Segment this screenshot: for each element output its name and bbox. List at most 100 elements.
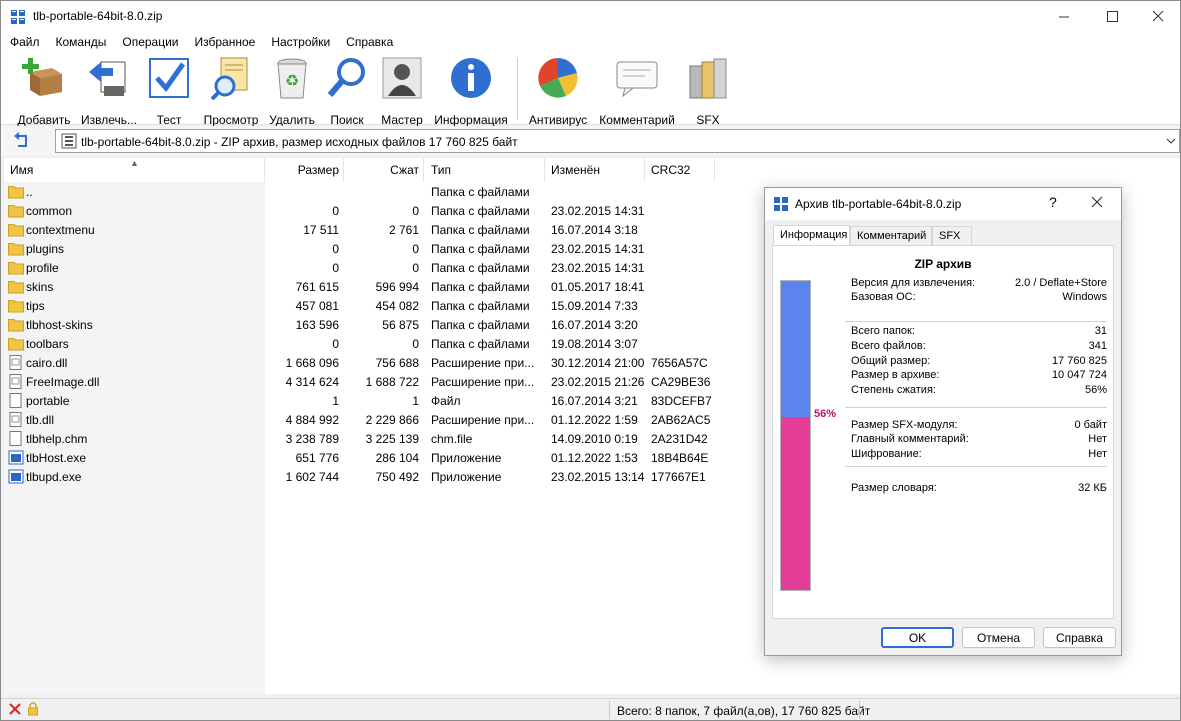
wizard-button[interactable]: Мастер <box>379 56 425 127</box>
column-header-crc32[interactable]: CRC32 <box>645 158 715 182</box>
table-row[interactable]: tlbupd.exe 1 602 744 750 492 Приложение 23.0… <box>4 467 764 486</box>
ok-button[interactable]: OK <box>881 627 954 648</box>
table-row[interactable]: tips 457 081 454 082 Папка с файлами 15.09.2… <box>4 296 764 315</box>
table-row[interactable]: profile 0 0 Папка с файлами 23.02.2015 14:31 <box>4 258 764 277</box>
cell-packed: 2 761 <box>388 223 419 237</box>
extract-label: Извлечь... <box>80 113 137 127</box>
chevron-down-icon[interactable] <box>1166 137 1176 145</box>
extract-button[interactable]: Извлечь... <box>78 56 140 127</box>
up-folder-icon[interactable] <box>13 132 31 150</box>
menu-operations[interactable]: Операции <box>113 32 185 52</box>
add-label: Добавить <box>17 113 71 127</box>
menu-favorites[interactable]: Избранное <box>186 32 263 52</box>
table-row[interactable]: .. Папка с файлами <box>4 182 764 201</box>
column-header-size[interactable]: Размер <box>265 158 344 182</box>
folder-icon <box>8 222 24 237</box>
cell-name: tlbhelp.chm <box>26 432 88 446</box>
dialog-title-bar: Архив tlb-portable-64bit-8.0.zip ? <box>765 188 1121 220</box>
info-button[interactable]: Информация <box>433 56 509 127</box>
menu-commands[interactable]: Команды <box>47 32 114 52</box>
archive-info-dialog: Архив tlb-portable-64bit-8.0.zip ? Инфор… <box>764 187 1122 656</box>
tab-comment[interactable]: Комментарий <box>850 226 932 246</box>
comment-button[interactable]: Комментарий <box>597 56 677 127</box>
cell-name: common <box>26 204 73 218</box>
delete-button[interactable]: ♻ Удалить <box>266 56 318 127</box>
help-button[interactable]: Справка <box>1043 627 1116 648</box>
info-row: Размер словаря: 32 КБ <box>851 482 1107 496</box>
info-value: Windows <box>1062 291 1107 303</box>
sfx-button[interactable]: SFX <box>685 56 731 127</box>
cell-modified: 30.12.2014 21:00 <box>551 356 645 370</box>
info-value: 341 <box>1088 340 1107 352</box>
file-icon <box>8 431 24 446</box>
column-header-type[interactable]: Тип <box>424 158 545 182</box>
cell-packed: 454 082 <box>375 299 419 313</box>
table-row[interactable]: skins 761 615 596 994 Папка с файлами 01.05.… <box>4 277 764 296</box>
error-x-icon[interactable] <box>8 702 22 716</box>
add-button[interactable]: Добавить <box>13 56 75 127</box>
cell-size: 3 238 789 <box>285 432 339 446</box>
table-row[interactable]: contextmenu 17 511 2 761 Папка с файлами 16.… <box>4 220 764 239</box>
column-header-packed[interactable]: Сжат <box>344 158 424 182</box>
comment-label: Комментарий <box>599 113 675 127</box>
cell-modified: 23.02.2015 13:14 <box>551 470 645 484</box>
view-button[interactable]: Просмотр <box>200 56 262 127</box>
table-row[interactable]: cairo.dll 1 668 096 756 688 Расширение при.… <box>4 353 764 372</box>
window-title: tlb-portable-64bit-8.0.zip <box>33 9 163 23</box>
cell-size: 4 314 624 <box>285 375 339 389</box>
menu-file[interactable]: Файл <box>1 32 47 52</box>
cell-crc32: 18B4B64E <box>651 451 709 465</box>
dialog-close-icon[interactable] <box>1091 196 1103 208</box>
table-row[interactable]: portable 1 1 Файл 16.07.2014 3:21 83DCEFB7 <box>4 391 764 410</box>
cell-name: cairo.dll <box>26 356 68 370</box>
menu-settings[interactable]: Настройки <box>262 32 337 52</box>
menu-help[interactable]: Справка <box>337 32 400 52</box>
maximize-button[interactable] <box>1089 1 1135 32</box>
cell-type: Расширение при... <box>431 356 535 370</box>
table-row[interactable]: common 0 0 Папка с файлами 23.02.2015 14:31 <box>4 201 764 220</box>
archive-type-heading: ZIP архив <box>914 257 972 271</box>
status-bar: Всего: 8 папок, 7 файл(а,ов), 17 760 825… <box>1 698 1180 720</box>
cancel-button[interactable]: Отмена <box>962 627 1035 648</box>
tab-sfx[interactable]: SFX <box>932 226 972 246</box>
info-value: Нет <box>1088 448 1107 460</box>
cell-type: Расширение при... <box>431 413 535 427</box>
table-row[interactable]: tlbhelp.chm 3 238 789 3 225 139 chm.file 14.… <box>4 429 764 448</box>
cell-name: tips <box>26 299 45 313</box>
table-row[interactable]: toolbars 0 0 Папка с файлами 19.08.2014 3:07 <box>4 334 764 353</box>
tab-information[interactable]: Информация <box>773 225 850 247</box>
table-row[interactable]: tlbhost-skins 163 596 56 875 Папка с файлам… <box>4 315 764 334</box>
cell-type: Папка с файлами <box>431 223 530 237</box>
column-header-modified[interactable]: Изменён <box>545 158 645 182</box>
cell-size: 761 615 <box>295 280 339 294</box>
table-row[interactable]: tlbHost.exe 651 776 286 104 Приложение 01.12… <box>4 448 764 467</box>
test-button[interactable]: Тест <box>145 56 193 127</box>
address-combobox[interactable]: tlb-portable-64bit-8.0.zip - ZIP архив, … <box>55 129 1180 153</box>
info-row: Шифрование: Нет <box>851 448 1107 462</box>
info-value: 2.0 / Deflate+Store <box>1014 277 1107 289</box>
table-row[interactable]: plugins 0 0 Папка с файлами 23.02.2015 14:31 <box>4 239 764 258</box>
sort-arrow-icon: ▲ <box>130 158 139 168</box>
minimize-button[interactable] <box>1041 1 1087 32</box>
folder-icon <box>8 317 24 332</box>
dialog-help-button[interactable]: ? <box>1049 194 1057 210</box>
table-row[interactable]: tlb.dll 4 884 992 2 229 866 Расширение при.… <box>4 410 764 429</box>
ratio-bar-remaining <box>781 281 810 417</box>
delete-label: Удалить <box>269 113 315 127</box>
books-icon <box>689 58 727 99</box>
cell-modified: 14.09.2010 0:19 <box>551 432 638 446</box>
find-button[interactable]: Поиск <box>325 56 369 127</box>
info-row: Версия для извлечения: 2.0 / Deflate+Stor… <box>851 277 1107 291</box>
close-icon <box>1152 11 1163 22</box>
cell-type: Папка с файлами <box>431 204 530 218</box>
cell-modified: 23.02.2015 14:31 <box>551 204 645 218</box>
table-row[interactable]: FreeImage.dll 4 314 624 1 688 722 Расширени… <box>4 372 764 391</box>
lock-icon[interactable] <box>26 702 40 716</box>
info-key: Размер в архиве: <box>851 369 940 381</box>
antivirus-button[interactable]: Антивирус <box>527 56 589 127</box>
info-value: 32 КБ <box>1078 482 1107 494</box>
close-button[interactable] <box>1135 1 1181 32</box>
cell-modified: 16.07.2014 3:18 <box>551 223 638 237</box>
column-header-name[interactable]: Имя ▲ <box>4 158 265 182</box>
ratio-percent-label: 56% <box>814 408 837 420</box>
